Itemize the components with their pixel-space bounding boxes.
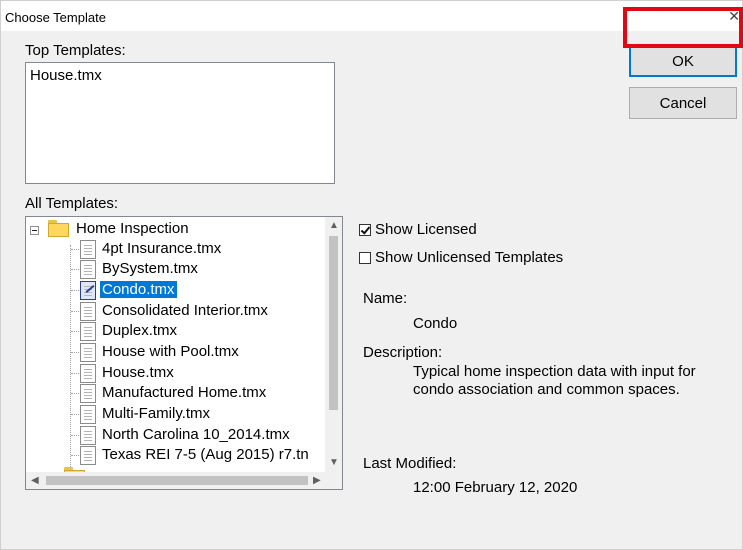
tree-item[interactable]: Consolidated Interior.tmx (26, 301, 326, 321)
template-file-icon (80, 240, 96, 259)
description-label: Description: (363, 344, 443, 361)
choose-template-dialog: Choose Template ✕ Top Templates: House.t… (0, 0, 743, 550)
tree-item[interactable]: Duplex.tmx (26, 321, 326, 341)
tree-item-label: Duplex.tmx (102, 322, 178, 339)
checkbox-checked-icon[interactable] (359, 223, 371, 236)
template-file-icon (80, 384, 96, 403)
top-templates-list[interactable]: House.tmx (25, 62, 335, 184)
show-licensed-label: Show Licensed (375, 221, 477, 238)
scroll-right-icon[interactable]: ▶ (313, 475, 321, 486)
description-value: Typical home inspection data with input … (413, 363, 696, 398)
template-file-icon (80, 364, 96, 383)
top-templates-label: Top Templates: (25, 42, 126, 59)
tree-item[interactable]: House.tmx (26, 363, 326, 383)
close-icon[interactable]: ✕ (728, 8, 740, 25)
show-unlicensed-label: Show Unlicensed Templates (375, 249, 564, 266)
collapse-icon[interactable] (30, 226, 39, 235)
tree-item-label: North Carolina 10_2014.tmx (102, 426, 290, 443)
title-bar: Choose Template ✕ (1, 1, 742, 31)
show-licensed-checkbox[interactable]: Show Licensed (359, 221, 477, 238)
template-file-icon (80, 446, 96, 465)
ok-button[interactable]: OK (629, 45, 737, 77)
tree-item-label: Texas REI 7-5 (Aug 2015) r7.tn (102, 446, 309, 463)
show-unlicensed-checkbox[interactable]: Show Unlicensed Templates (359, 249, 563, 266)
template-file-icon (80, 426, 96, 445)
tree-item[interactable]: Manufactured Home.tmx (26, 383, 326, 403)
tree-item[interactable]: House with Pool.tmx (26, 342, 326, 362)
name-value: Condo (413, 315, 458, 332)
tree-item[interactable]: 4pt Insurance.tmx (26, 239, 326, 259)
template-file-icon (80, 405, 96, 424)
tree-item-label: 4pt Insurance.tmx (102, 240, 222, 257)
name-label: Name: (363, 290, 408, 307)
checkbox-unchecked-icon[interactable] (359, 251, 371, 264)
tree-root-home-inspection[interactable]: Home Inspection (26, 219, 326, 239)
last-modified-label: Last Modified: (363, 455, 457, 472)
template-file-icon (80, 322, 96, 341)
vertical-scrollbar[interactable]: ▲ ▼ (325, 217, 342, 472)
tree-item[interactable]: North Carolina 10_2014.tmx (26, 425, 326, 445)
tree-item-label: Manufactured Home.tmx (102, 384, 267, 401)
vertical-scroll-thumb[interactable] (329, 236, 338, 410)
top-template-item[interactable]: House.tmx (30, 67, 102, 84)
all-templates-label: All Templates: (25, 195, 119, 212)
template-file-icon (80, 260, 96, 279)
last-modified-value: 12:00 February 12, 2020 (413, 479, 578, 496)
tree-item-label: Multi-Family.tmx (102, 405, 211, 422)
template-edit-icon (80, 281, 96, 300)
tree-item-label: Condo.tmx (99, 280, 178, 299)
folder-icon (48, 220, 70, 237)
tree-item-label: House.tmx (102, 364, 174, 381)
tree-item-label: House with Pool.tmx (102, 343, 239, 360)
tree-item[interactable]: Texas REI 7-5 (Aug 2015) r7.tn (26, 445, 326, 465)
template-file-icon (80, 302, 96, 321)
scroll-down-icon[interactable]: ▼ (329, 457, 339, 468)
all-templates-tree[interactable]: Home Inspection 4pt Insurance.tmx BySyst… (25, 216, 343, 490)
horizontal-scroll-thumb[interactable] (46, 476, 308, 485)
scroll-up-icon[interactable]: ▲ (329, 220, 339, 231)
tree-root-label: Home Inspection (76, 220, 189, 237)
tree-item-label: BySystem.tmx (102, 260, 198, 277)
dialog-body: Top Templates: House.tmx All Templates: … (1, 31, 742, 549)
tree-item-selected[interactable]: Condo.tmx (26, 280, 326, 300)
window-title: Choose Template (5, 10, 106, 25)
horizontal-scrollbar[interactable]: ◀ ▶ (26, 472, 342, 489)
template-file-icon (80, 343, 96, 362)
tree-item[interactable]: Multi-Family.tmx (26, 404, 326, 424)
tree-item[interactable]: BySystem.tmx (26, 259, 326, 279)
scroll-left-icon[interactable]: ◀ (31, 475, 39, 486)
cancel-button[interactable]: Cancel (629, 87, 737, 119)
tree-item-label: Consolidated Interior.tmx (102, 302, 268, 319)
